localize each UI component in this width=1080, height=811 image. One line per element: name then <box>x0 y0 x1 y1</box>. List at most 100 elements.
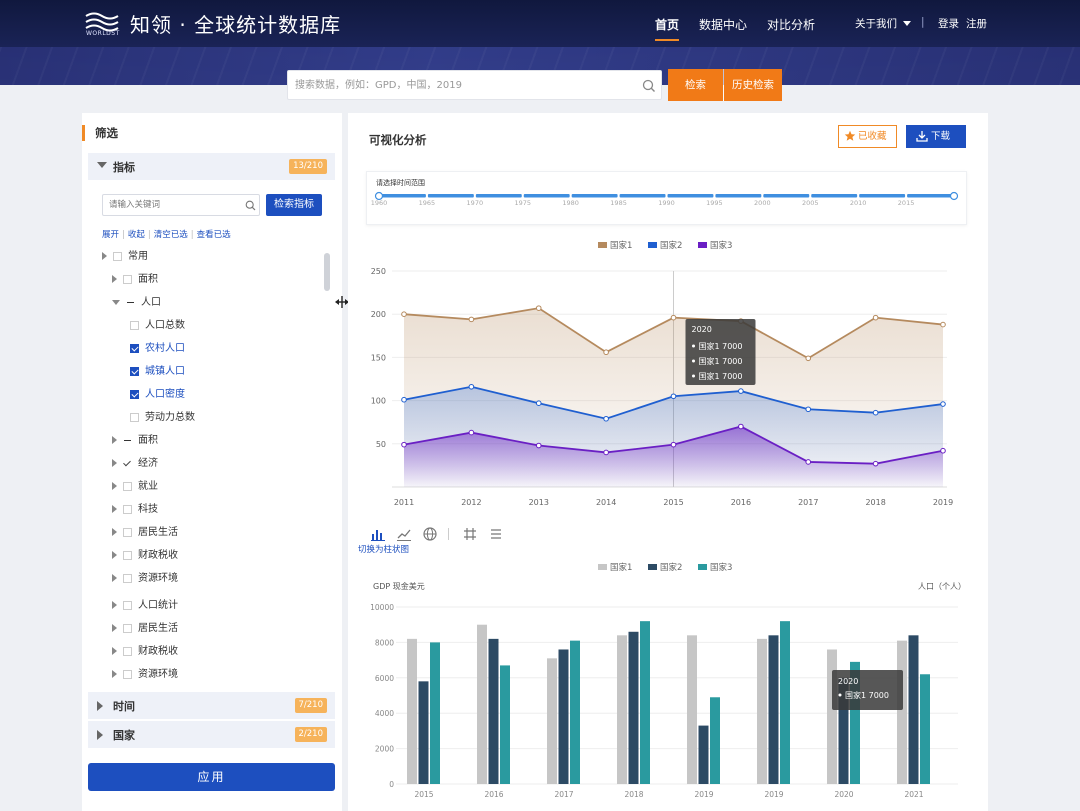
tooltip-title: 2020 <box>838 677 858 686</box>
tree-checkbox[interactable] <box>123 527 132 537</box>
tree-item[interactable]: 农村人口 <box>130 340 185 358</box>
download-button[interactable]: 下载 <box>906 125 966 148</box>
tree-checkbox[interactable] <box>113 251 122 261</box>
caret-right-icon[interactable] <box>102 252 107 260</box>
tree-checkbox[interactable] <box>130 343 139 353</box>
caret-right-icon[interactable] <box>112 624 117 632</box>
tree-item[interactable]: 经济 <box>112 455 158 473</box>
history-search-button[interactable]: 历史检索 <box>724 69 782 101</box>
tree-item[interactable]: 资源环境 <box>112 570 178 588</box>
tree-item-label: 人口总数 <box>145 320 185 331</box>
x-tick-label: 2014 <box>596 498 616 507</box>
caret-right-icon[interactable] <box>112 574 117 582</box>
legend-label: 国家1 <box>610 240 632 251</box>
tree-checkbox[interactable] <box>123 600 132 610</box>
tree-item[interactable]: 人口 <box>112 294 161 312</box>
tree-checkbox[interactable] <box>123 573 132 583</box>
tree-item-label: 面积 <box>138 274 158 285</box>
tree-item[interactable]: 居民生活 <box>112 524 178 542</box>
search-input[interactable] <box>288 71 628 99</box>
keyword-input[interactable] <box>102 194 260 216</box>
tree-item[interactable]: 人口总数 <box>130 317 185 335</box>
tree-item[interactable]: 财政税收 <box>112 643 178 661</box>
tree-item[interactable]: 科技 <box>112 501 158 519</box>
x-tick-label: 2013 <box>529 498 549 507</box>
data-point <box>468 429 475 436</box>
quick-links: 展开 | 收起 | 清空已选 | 查看已选 <box>102 228 231 240</box>
search-icon[interactable] <box>642 79 656 93</box>
caret-right-icon[interactable] <box>112 275 117 283</box>
tree-item[interactable]: 人口统计 <box>112 597 178 615</box>
filter-group-indicator[interactable]: 指标 13/210 <box>88 153 335 180</box>
caret-right-icon[interactable] <box>112 670 117 678</box>
tree-checkbox[interactable] <box>130 366 139 376</box>
tree-item[interactable]: 人口密度 <box>130 386 185 404</box>
tree-item[interactable]: 财政税收 <box>112 547 178 565</box>
globe-icon[interactable] <box>422 526 438 542</box>
filter-group-time[interactable]: 时间 7/210 <box>88 692 335 719</box>
tree-checkbox[interactable] <box>123 435 132 445</box>
tree-scrollbar[interactable] <box>324 253 330 291</box>
keyword-search-button[interactable]: 检索指标 <box>266 194 322 216</box>
tree-item[interactable]: 劳动力总数 <box>130 409 195 427</box>
bar-chart-icon[interactable] <box>370 526 386 542</box>
tree-checkbox[interactable] <box>123 274 132 284</box>
login-link[interactable]: 登录 <box>938 16 959 31</box>
tree-item[interactable]: 常用 <box>102 248 148 266</box>
clear-selected-link[interactable]: 清空已选 <box>154 230 188 240</box>
x-tick-label: 2018 <box>624 790 643 799</box>
bar <box>897 640 907 784</box>
tree-checkbox[interactable] <box>130 320 139 330</box>
expand-link[interactable]: 展开 <box>102 230 119 240</box>
list-icon[interactable] <box>488 526 504 542</box>
nav-about[interactable]: 关于我们 <box>855 16 912 31</box>
tree-checkbox[interactable] <box>123 550 132 560</box>
caret-right-icon[interactable] <box>112 436 117 444</box>
line-chart-icon[interactable] <box>396 526 412 542</box>
caret-right-icon[interactable] <box>112 505 117 513</box>
data-point <box>401 441 407 448</box>
tree-item[interactable]: 面积 <box>112 432 158 450</box>
collapse-link[interactable]: 收起 <box>128 230 145 240</box>
caret-down-icon[interactable] <box>112 299 120 305</box>
nav-home[interactable]: 首页 <box>655 16 680 41</box>
caret-right-icon[interactable] <box>112 482 117 490</box>
tree-checkbox[interactable] <box>130 412 139 422</box>
tooltip-line: 国家1 7000 <box>699 371 743 381</box>
tree-checkbox[interactable] <box>123 646 132 656</box>
caret-right-icon[interactable] <box>112 459 117 467</box>
filter-group-country[interactable]: 国家 2/210 <box>88 721 335 748</box>
legend-swatch <box>698 242 707 248</box>
favorite-button[interactable]: 已收藏 <box>838 125 897 148</box>
filter-group-count: 7/210 <box>294 698 327 713</box>
tree-checkbox[interactable] <box>123 669 132 679</box>
legend-label: 国家2 <box>660 240 682 251</box>
tree-checkbox[interactable] <box>123 458 132 468</box>
time-range-slider[interactable]: 1960 1965 1970 1975 1980 1985 1990 1995 2000 2005… <box>367 172 968 226</box>
caret-right-icon[interactable] <box>112 551 117 559</box>
tree-item-label: 农村人口 <box>145 343 185 354</box>
tree-item[interactable]: 资源环境 <box>112 666 178 684</box>
caret-right-icon[interactable] <box>112 601 117 609</box>
nav-compare[interactable]: 对比分析 <box>767 16 815 33</box>
caret-right-icon[interactable] <box>112 528 117 536</box>
tree-checkbox[interactable] <box>123 504 132 514</box>
grid-icon[interactable] <box>462 526 478 542</box>
tree-checkbox[interactable] <box>126 297 135 307</box>
tree-item[interactable]: 就业 <box>112 478 158 496</box>
view-selected-link[interactable]: 查看已选 <box>197 230 231 240</box>
tree-checkbox[interactable] <box>123 481 132 491</box>
search-icon[interactable] <box>245 200 256 211</box>
tree-checkbox[interactable] <box>130 389 139 399</box>
tree-checkbox[interactable] <box>123 623 132 633</box>
search-button[interactable]: 检索 <box>668 69 723 101</box>
register-link[interactable]: 注册 <box>966 16 987 31</box>
nav-data-center[interactable]: 数据中心 <box>699 16 747 33</box>
tree-item[interactable]: 城镇人口 <box>130 363 185 381</box>
apply-button[interactable]: 应用 <box>88 763 335 791</box>
bar <box>687 635 697 784</box>
tree-item[interactable]: 居民生活 <box>112 620 178 638</box>
tree-item[interactable]: 面积 <box>112 271 158 289</box>
slider-tick-label: 1985 <box>610 199 627 207</box>
caret-right-icon[interactable] <box>112 647 117 655</box>
